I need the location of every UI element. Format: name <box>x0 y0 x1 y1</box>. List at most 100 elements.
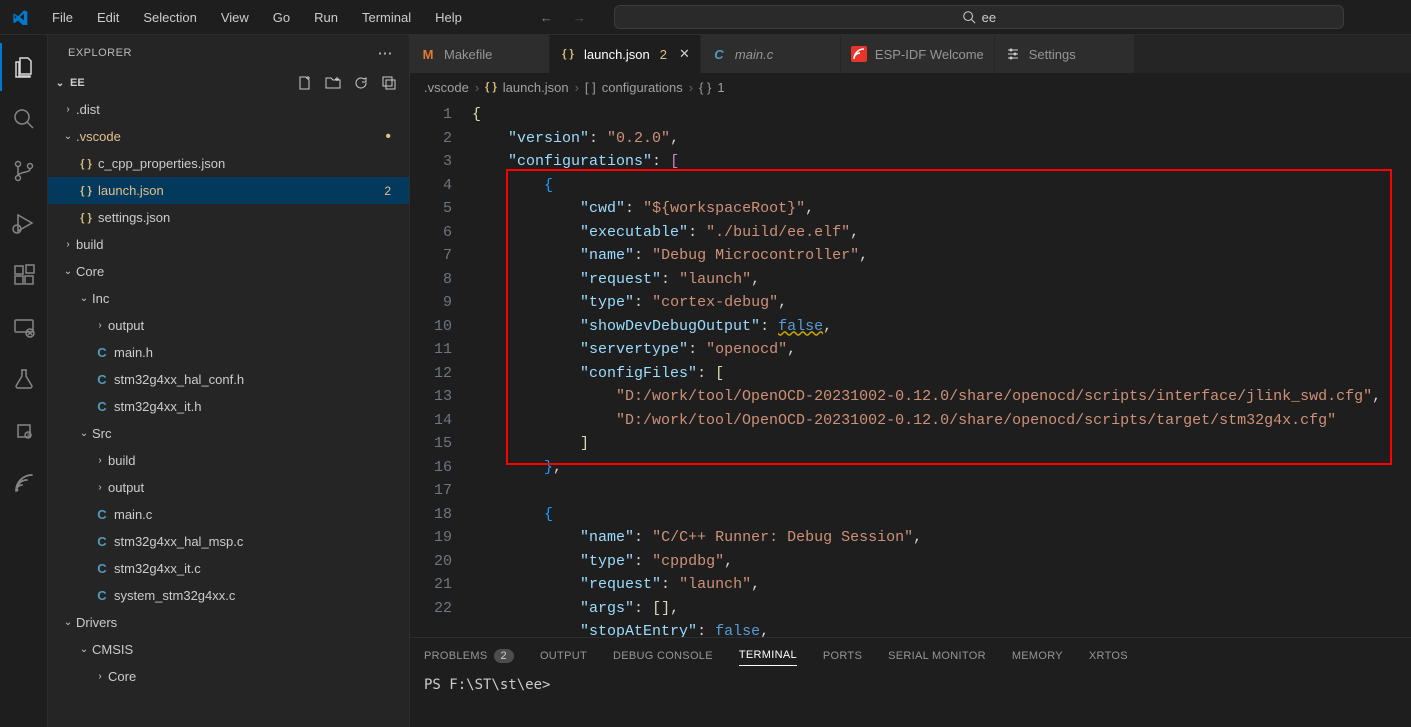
nav-back-icon[interactable]: ← <box>536 8 557 27</box>
c-file-icon: C <box>92 588 112 603</box>
tab-close-icon[interactable]: ✕ <box>679 46 690 62</box>
chevron-down-icon: ⌄ <box>60 266 76 277</box>
tree-file-settings[interactable]: { }settings.json <box>48 204 409 231</box>
chevron-down-icon: ⌄ <box>60 131 76 142</box>
breadcrumb[interactable]: .vscode › { } launch.json › [ ] configur… <box>410 73 1411 101</box>
branch-icon <box>12 159 36 183</box>
modified-dot-icon: • <box>385 128 397 146</box>
tab-launch[interactable]: { }launch.json2✕ <box>550 35 701 73</box>
menu-terminal[interactable]: Terminal <box>352 6 421 29</box>
tree-folder-core2[interactable]: ›Core <box>48 663 409 690</box>
new-file-icon[interactable] <box>297 75 313 91</box>
tree-folder-output2[interactable]: ›output <box>48 474 409 501</box>
line-numbers-gutter: 12345678910111213141516171819202122 <box>410 101 472 637</box>
tree-folder-dist[interactable]: ›.dist <box>48 96 409 123</box>
command-center-search[interactable]: ee <box>614 5 1344 29</box>
tab-espidf[interactable]: ESP-IDF Welcome <box>841 35 995 73</box>
tree-file-mainc[interactable]: Cmain.c <box>48 501 409 528</box>
nav-forward-icon[interactable]: → <box>569 8 590 27</box>
tree-folder-src[interactable]: ⌄Src <box>48 420 409 447</box>
menu-help[interactable]: Help <box>425 6 472 29</box>
terminal-body[interactable]: PS F:\ST\st\ee> <box>410 673 1411 727</box>
panel-tab-debug-console[interactable]: DEBUG CONSOLE <box>613 646 713 666</box>
activity-source-control[interactable] <box>0 147 48 195</box>
tree-file-system[interactable]: Csystem_stm32g4xx.c <box>48 582 409 609</box>
vscode-logo-icon <box>12 9 28 25</box>
tree-file-halconf[interactable]: Cstm32g4xx_hal_conf.h <box>48 366 409 393</box>
panel-tab-xrtos[interactable]: XRTOS <box>1089 646 1128 666</box>
tree-folder-cmsis[interactable]: ⌄CMSIS <box>48 636 409 663</box>
json-icon: { } <box>76 158 96 170</box>
collapse-icon[interactable] <box>381 75 397 91</box>
chevron-right-icon: › <box>92 320 108 331</box>
panel-tab-output[interactable]: OUTPUT <box>540 646 587 666</box>
tree-folder-inc[interactable]: ⌄Inc <box>48 285 409 312</box>
breadcrumb-file[interactable]: launch.json <box>503 80 569 95</box>
tree-file-ith[interactable]: Cstm32g4xx_it.h <box>48 393 409 420</box>
tree-folder-drivers[interactable]: ⌄Drivers <box>48 609 409 636</box>
panel-tabs: PROBLEMS2 OUTPUT DEBUG CONSOLE TERMINAL … <box>410 638 1411 673</box>
menu-view[interactable]: View <box>211 6 259 29</box>
activity-esp-idf[interactable] <box>0 407 48 455</box>
file-tree: ›.dist ⌄.vscode• { }c_cpp_properties.jso… <box>48 96 409 727</box>
tree-file-halmsp[interactable]: Cstm32g4xx_hal_msp.c <box>48 528 409 555</box>
chip-icon <box>12 419 36 443</box>
search-icon <box>962 10 976 24</box>
activity-espressif[interactable] <box>0 459 48 507</box>
panel-tab-ports[interactable]: PORTS <box>823 646 862 666</box>
activity-explorer[interactable] <box>0 43 48 91</box>
tree-file-launch[interactable]: { }launch.json2 <box>48 177 409 204</box>
tree-folder-core[interactable]: ⌄Core <box>48 258 409 285</box>
explorer-more-icon[interactable]: ⋯ <box>378 44 394 62</box>
tab-makefile[interactable]: MMakefile <box>410 35 550 73</box>
tree-folder-build2[interactable]: ›build <box>48 447 409 474</box>
panel-tab-memory[interactable]: MEMORY <box>1012 646 1063 666</box>
chevron-right-icon: › <box>92 482 108 493</box>
breadcrumb-index[interactable]: 1 <box>717 80 724 95</box>
c-file-icon: C <box>92 507 112 522</box>
tree-file-ccpp[interactable]: { }c_cpp_properties.json <box>48 150 409 177</box>
modified-count: 2 <box>384 184 397 198</box>
new-folder-icon[interactable] <box>325 75 341 91</box>
tree-file-itc[interactable]: Cstm32g4xx_it.c <box>48 555 409 582</box>
tree-file-mainh[interactable]: Cmain.h <box>48 339 409 366</box>
activity-testing[interactable] <box>0 355 48 403</box>
explorer-root-section[interactable]: ⌄ EE <box>48 70 409 96</box>
tab-settings[interactable]: Settings <box>995 35 1135 73</box>
breadcrumb-configurations[interactable]: configurations <box>602 80 683 95</box>
code-editor[interactable]: 12345678910111213141516171819202122 { "v… <box>410 101 1411 637</box>
c-file-icon: C <box>711 47 727 62</box>
explorer-sidebar: EXPLORER ⋯ ⌄ EE ›.dist ⌄.vscode• { }c_cp… <box>48 35 410 727</box>
json-icon: { } <box>76 212 96 224</box>
explorer-header: EXPLORER ⋯ <box>48 35 409 70</box>
explorer-title: EXPLORER <box>68 47 132 59</box>
refresh-icon[interactable] <box>353 75 369 91</box>
activity-run-debug[interactable] <box>0 199 48 247</box>
activity-remote[interactable] <box>0 303 48 351</box>
menu-selection[interactable]: Selection <box>133 6 206 29</box>
tree-folder-build[interactable]: ›build <box>48 231 409 258</box>
code-content[interactable]: { "version": "0.2.0", "configurations": … <box>472 101 1411 637</box>
files-icon <box>12 55 36 79</box>
panel-tab-terminal[interactable]: TERMINAL <box>739 645 797 666</box>
menu-run[interactable]: Run <box>304 6 348 29</box>
breadcrumb-folder[interactable]: .vscode <box>424 80 469 95</box>
object-icon: { } <box>699 80 711 95</box>
panel-tab-serial[interactable]: SERIAL MONITOR <box>888 646 986 666</box>
json-icon: { } <box>76 185 96 197</box>
tree-folder-vscode[interactable]: ⌄.vscode• <box>48 123 409 150</box>
c-file-icon: C <box>92 399 112 414</box>
activity-search[interactable] <box>0 95 48 143</box>
activity-extensions[interactable] <box>0 251 48 299</box>
chevron-right-icon: › <box>92 455 108 466</box>
c-file-icon: C <box>92 372 112 387</box>
nav-arrows: ← → <box>536 8 590 27</box>
tab-mainc[interactable]: Cmain.c <box>701 35 841 73</box>
menu-edit[interactable]: Edit <box>87 6 129 29</box>
chevron-down-icon: ⌄ <box>76 428 92 439</box>
workspace-name: EE <box>70 77 85 89</box>
tree-folder-output[interactable]: ›output <box>48 312 409 339</box>
menu-file[interactable]: File <box>42 6 83 29</box>
menu-go[interactable]: Go <box>263 6 300 29</box>
panel-tab-problems[interactable]: PROBLEMS2 <box>424 645 514 667</box>
